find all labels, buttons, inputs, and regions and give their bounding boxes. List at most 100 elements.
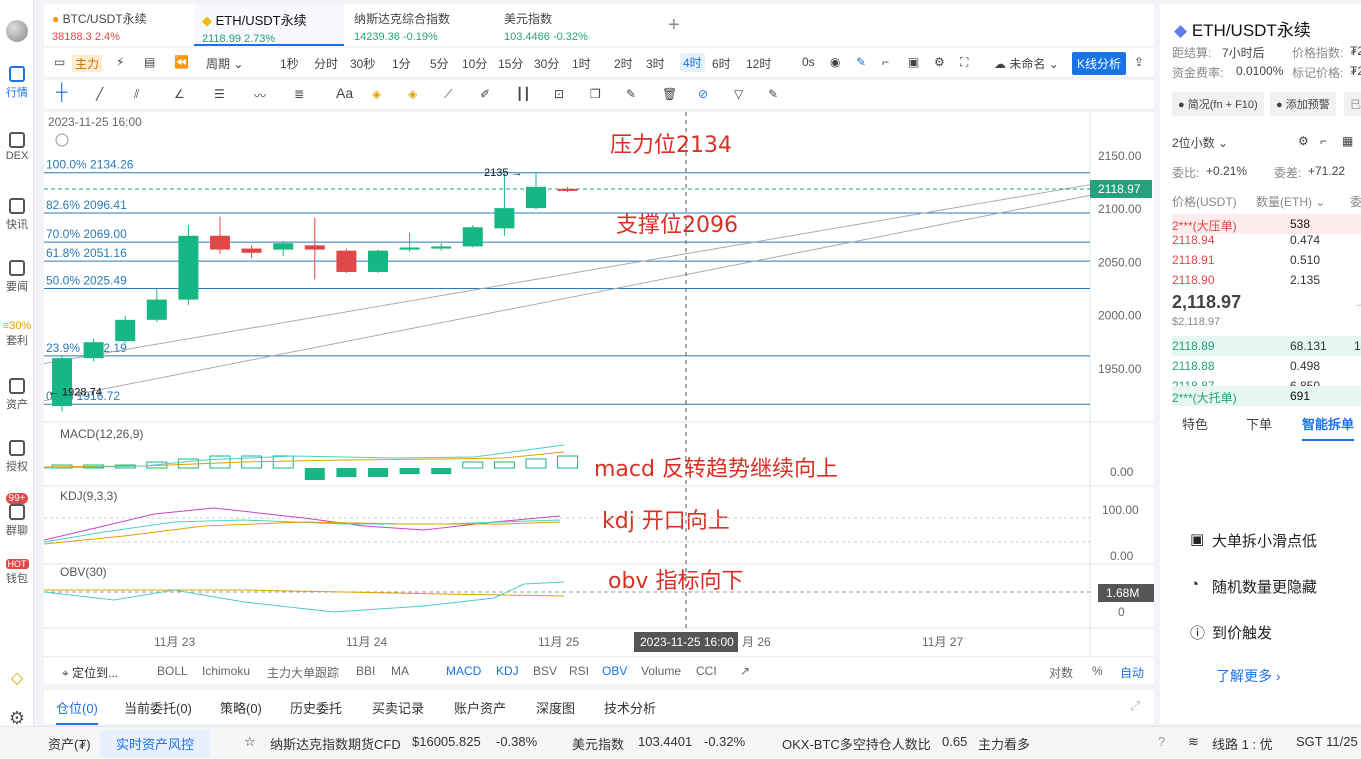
- price-chart[interactable]: 2023-11-25 16:00 100.0% 2134.26 82.6% 2096…: [44, 112, 1154, 656]
- bid-row[interactable]: 2118.8968.13114: [1172, 336, 1361, 356]
- interval-7[interactable]: 30分: [534, 55, 559, 72]
- candle-body[interactable]: [494, 208, 515, 229]
- rail-item-dex[interactable]: DEX: [0, 132, 34, 162]
- note-icon[interactable]: ✎: [768, 87, 778, 101]
- ruler-icon[interactable]: ⟋: [444, 87, 452, 102]
- more-button[interactable]: 已加: [1344, 92, 1361, 116]
- candle-body[interactable]: [52, 358, 72, 407]
- angle-icon[interactable]: ∠: [174, 87, 185, 101]
- chart-type-icon[interactable]: ▭: [54, 55, 65, 69]
- rail-item-wallet[interactable]: HOT 钱包: [0, 558, 34, 586]
- candle-icon[interactable]: ┃┃: [516, 87, 530, 101]
- magnet-icon[interactable]: ◈: [372, 87, 381, 101]
- bottom-tab-4[interactable]: 买卖记录: [372, 698, 424, 717]
- indicator-5[interactable]: MACD: [446, 664, 481, 678]
- indicator-10[interactable]: Volume: [641, 664, 681, 678]
- interval-13[interactable]: 12时: [746, 55, 771, 72]
- fullscreen-icon[interactable]: ⛶: [960, 55, 968, 70]
- right-sub-tab-2[interactable]: 智能拆单: [1302, 414, 1355, 441]
- indicator-9[interactable]: OBV: [602, 664, 627, 678]
- interval-1[interactable]: 分时: [314, 55, 338, 72]
- percent-toggle[interactable]: %: [1092, 664, 1103, 678]
- rail-item-flash[interactable]: 快讯: [0, 198, 34, 232]
- auto-scale-toggle[interactable]: 自动: [1120, 664, 1144, 681]
- indicator-4[interactable]: MA: [391, 664, 409, 678]
- rail-item-market[interactable]: 行情: [0, 66, 34, 100]
- horizontal-lines-icon[interactable]: ☰: [214, 87, 225, 101]
- parallel-line-icon[interactable]: ⫽: [134, 87, 139, 102]
- ask-row[interactable]: 2118.94 0.474: [1172, 230, 1361, 250]
- bottom-tab-5[interactable]: 账户资产: [454, 698, 506, 717]
- kline-analysis-button[interactable]: K线分析: [1072, 52, 1127, 75]
- decimals-dropdown[interactable]: 2位小数 ⌄: [1172, 134, 1228, 151]
- crosshair-icon[interactable]: ┼: [56, 84, 67, 102]
- rail-globe[interactable]: [0, 20, 34, 42]
- add-tab-button[interactable]: +: [660, 8, 688, 50]
- indicator-2[interactable]: 主力大单跟踪: [267, 664, 339, 681]
- grid-icon[interactable]: ▦: [1342, 134, 1353, 148]
- candle-body[interactable]: [210, 235, 230, 250]
- copy-icon[interactable]: ❐: [590, 87, 601, 101]
- rail-item-news[interactable]: 要闻: [0, 260, 34, 294]
- indicator-7[interactable]: BSV: [533, 664, 557, 678]
- simple-info-button[interactable]: ● 简况(fn + F10): [1172, 92, 1264, 116]
- interval-8[interactable]: 1时: [572, 55, 591, 72]
- tab-eth[interactable]: ◆ ETH/USDT永续 2118.99 2.73%: [194, 4, 344, 46]
- route-label[interactable]: 线路 1 : 优: [1212, 734, 1273, 753]
- wave-icon[interactable]: 〰: [254, 87, 266, 104]
- interval-3[interactable]: 1分: [392, 55, 411, 72]
- col-qty[interactable]: 数量(ETH) ⌄: [1256, 193, 1325, 210]
- locate-button[interactable]: ⌖ 定位到...: [62, 664, 118, 681]
- settings-icon[interactable]: ⚙: [1298, 134, 1309, 148]
- candle-body[interactable]: [241, 248, 262, 253]
- fib-icon[interactable]: ≣: [294, 87, 304, 101]
- main-force-toggle[interactable]: 主力: [72, 55, 103, 72]
- indicator-11[interactable]: CCI: [696, 664, 717, 678]
- star-icon[interactable]: ☆: [244, 734, 256, 750]
- interval-2[interactable]: 30秒: [350, 55, 375, 72]
- interval-0[interactable]: 1秒: [280, 55, 299, 72]
- help-icon[interactable]: ?: [1158, 734, 1165, 749]
- candle-body[interactable]: [178, 235, 199, 300]
- log-scale-toggle[interactable]: 对数: [1049, 664, 1073, 681]
- candle-body[interactable]: [431, 246, 452, 249]
- candle-body[interactable]: [304, 245, 325, 250]
- brush-icon[interactable]: ✐: [480, 87, 490, 101]
- bottom-tab-6[interactable]: 深度图: [536, 698, 575, 717]
- candle-body[interactable]: [526, 186, 546, 209]
- tab-usd-index[interactable]: 美元指数 103.4466 -0.32%: [496, 4, 644, 46]
- bottom-tab-1[interactable]: 当前委托(0): [124, 698, 192, 717]
- tab-btc[interactable]: ● BTC/USDT永续 38188.3 2.4%: [44, 4, 194, 46]
- assets-label[interactable]: 资产(₮): [48, 734, 91, 753]
- risk-control-button[interactable]: 实时资产风控: [100, 730, 211, 757]
- candle-body[interactable]: [399, 247, 420, 250]
- lock-magnet-icon[interactable]: ◈: [408, 87, 417, 101]
- screen-icon[interactable]: ▣: [908, 55, 919, 69]
- text-tool-icon[interactable]: Aa: [336, 85, 353, 101]
- bottom-tab-3[interactable]: 历史委托: [290, 698, 342, 717]
- layout-icon[interactable]: ⌐: [1320, 134, 1327, 148]
- bolt-icon[interactable]: ⚡: [116, 55, 124, 69]
- indicator-3[interactable]: BBI: [356, 664, 375, 678]
- interval-6[interactable]: 15分: [498, 55, 523, 72]
- edit-indicator-icon[interactable]: ↗: [740, 664, 750, 678]
- bottom-tab-7[interactable]: 技术分析: [604, 698, 656, 717]
- interval-10[interactable]: 3时: [646, 55, 665, 72]
- candle-body[interactable]: [368, 250, 388, 272]
- trash-icon[interactable]: 🗑: [662, 87, 677, 101]
- big-bid-row[interactable]: 2***(大托单) 691: [1172, 386, 1361, 406]
- camera-icon[interactable]: ◉: [830, 55, 840, 69]
- interval-4[interactable]: 5分: [430, 55, 449, 72]
- rail-item-arbitrage[interactable]: ≡30% 套利: [0, 320, 34, 348]
- rail-item-assets[interactable]: 资产: [0, 378, 34, 412]
- indicator-1[interactable]: Ichimoku: [202, 664, 250, 678]
- ask-row[interactable]: 2118.91 0.510: [1172, 250, 1361, 270]
- pencil-icon[interactable]: ✎: [856, 55, 866, 69]
- bottom-tab-0[interactable]: 仓位(0): [56, 698, 98, 725]
- filter-icon[interactable]: ▽: [734, 87, 743, 101]
- link-icon[interactable]: ⊘: [698, 87, 708, 101]
- settings-icon[interactable]: ⚙: [934, 55, 945, 69]
- rewind-icon[interactable]: ⏪: [174, 55, 189, 69]
- indicator-8[interactable]: RSI: [569, 664, 589, 678]
- right-sub-tab-0[interactable]: 特色: [1182, 414, 1208, 433]
